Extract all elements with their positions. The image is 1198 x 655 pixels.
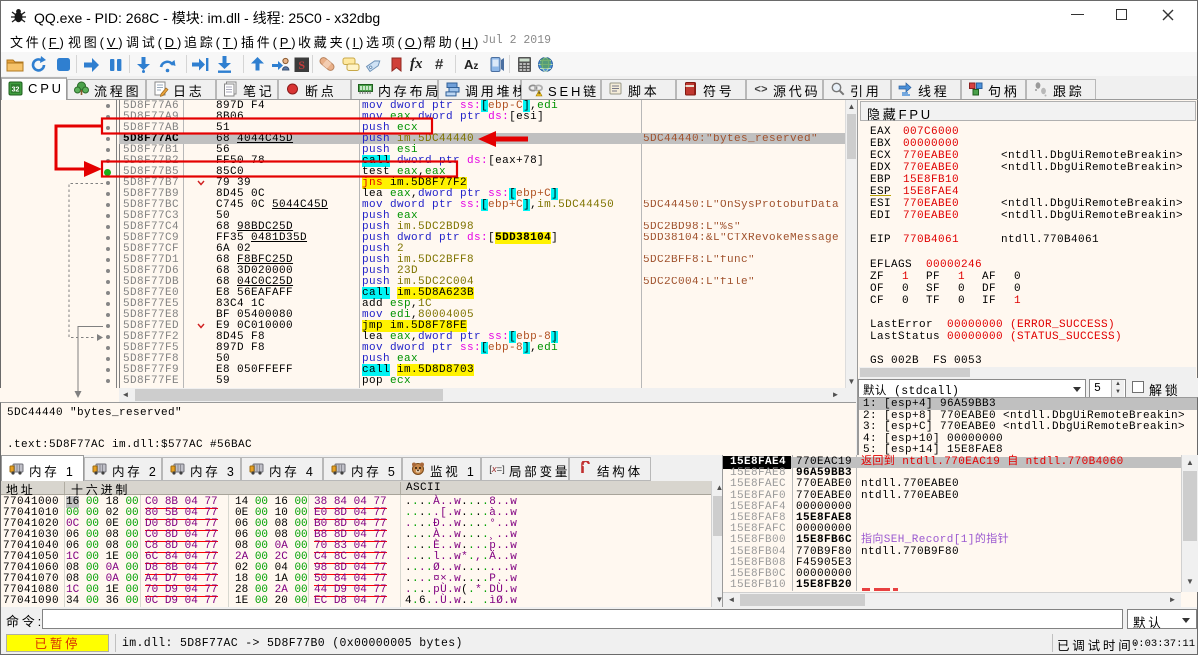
svg-text:<>: <> (754, 85, 768, 97)
svg-text:32: 32 (12, 87, 20, 94)
svg-text:[x=]: [x=] (489, 464, 505, 475)
svg-text:S: S (298, 58, 305, 72)
